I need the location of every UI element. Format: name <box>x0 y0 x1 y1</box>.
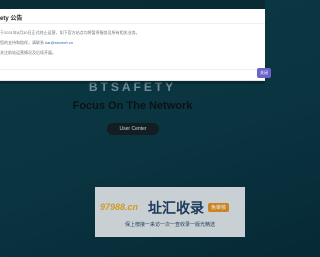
announcement-line-1: 于2021年8月30日正式终止运营，如下官方站点均将暂停服务及所有相关业务。 <box>0 30 140 35</box>
announcement-dialog: fety 公告 于2021年8月30日正式终止运营，如下官方站点均将暂停服务及所… <box>0 9 271 81</box>
ad-banner[interactable]: 97988.cn 址汇收录 免审核 保上榜接一来访一次一查收录一版光精选 <box>95 187 245 237</box>
dialog-footer-divider <box>0 69 265 70</box>
page-headline: Focus On The Network <box>72 100 193 112</box>
close-dialog-button[interactable]: 关闭 <box>257 68 271 78</box>
ad-title: 址汇收录 <box>148 200 204 216</box>
dialog-divider <box>0 23 265 24</box>
contact-email-link[interactable]: kar@secmet.cn <box>45 40 73 45</box>
ad-badge: 免审核 <box>208 203 230 212</box>
announcement-line-3: 关注前站运营情况及后续开展。 <box>0 50 56 55</box>
ad-domain: 97988.cn <box>100 202 139 212</box>
announcement-line-2-text: 您的支持和陪伴，请联系 <box>0 40 46 45</box>
announcement-title: fety 公告 <box>0 16 23 22</box>
announcement-line-2: 您的支持和陪伴，请联系 kar@secmet.cn <box>0 40 73 46</box>
ad-slogan: 保上榜接一来访一次一查收录一版光精选 <box>124 222 215 228</box>
user-center-button[interactable]: User Center <box>107 123 159 135</box>
